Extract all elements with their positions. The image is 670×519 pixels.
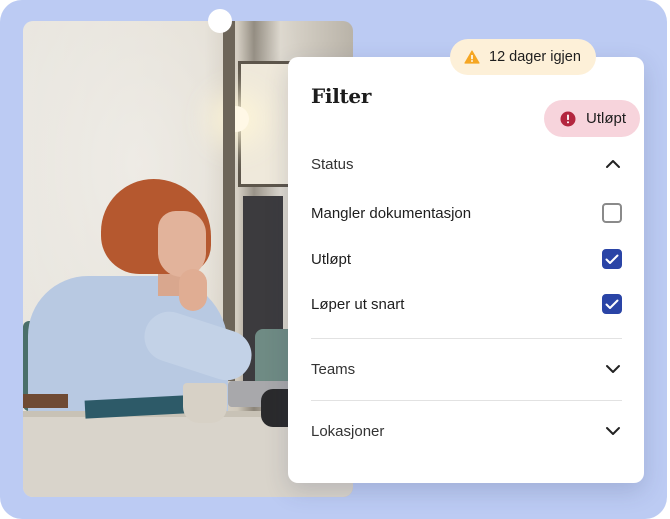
chevron-down-icon	[604, 360, 622, 378]
teams-section-toggle[interactable]: Teams	[311, 357, 622, 381]
decorative-dot	[208, 9, 232, 33]
chevron-up-icon	[604, 155, 622, 173]
option-label: Utløpt	[311, 250, 352, 268]
locations-section-label: Lokasjoner	[311, 422, 385, 440]
days-left-text: 12 dager igjen	[489, 49, 581, 65]
alert-circle-icon	[560, 111, 576, 126]
divider	[311, 338, 622, 339]
checkmark-icon	[605, 299, 619, 309]
status-section-label: Status	[311, 155, 354, 173]
filter-title: Filter	[311, 84, 372, 108]
checkmark-icon	[605, 254, 619, 264]
expired-text: Utløpt	[586, 110, 627, 127]
option-label: Løper ut snart	[311, 295, 405, 313]
option-label: Mangler dokumentasjon	[311, 204, 472, 222]
checkbox-missing-docs[interactable]	[602, 203, 622, 223]
days-left-badge: 12 dager igjen	[450, 39, 596, 75]
status-option-missing-docs[interactable]: Mangler dokumentasjon	[311, 200, 622, 226]
expired-badge: Utløpt	[544, 100, 641, 137]
locations-section-toggle[interactable]: Lokasjoner	[311, 419, 622, 443]
status-option-expired[interactable]: Utløpt	[311, 246, 622, 272]
status-section-toggle[interactable]: Status	[311, 152, 622, 176]
divider	[311, 400, 622, 401]
checkbox-expiring-soon[interactable]	[602, 294, 622, 314]
chevron-down-icon	[604, 422, 622, 440]
warning-icon	[464, 50, 480, 64]
status-option-expiring-soon[interactable]: Løper ut snart	[311, 291, 622, 317]
teams-section-label: Teams	[311, 360, 356, 378]
checkbox-expired[interactable]	[602, 249, 622, 269]
